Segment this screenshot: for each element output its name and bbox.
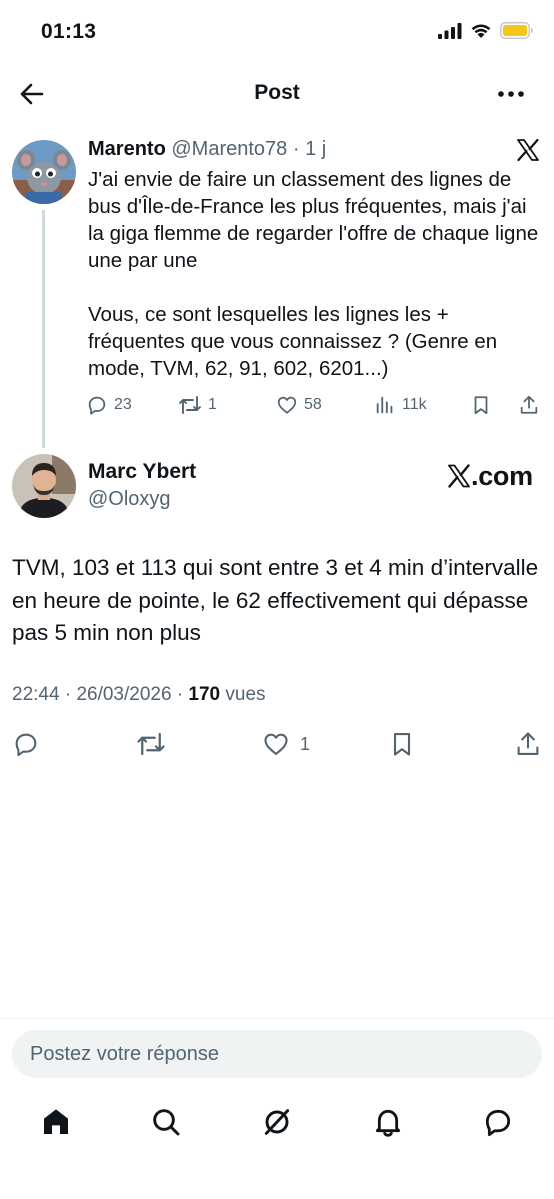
messages-icon xyxy=(485,1109,511,1137)
bottom-nav xyxy=(0,1100,554,1144)
tweet-actions: 23 1 58 11k xyxy=(86,394,542,422)
x-logo-icon xyxy=(516,138,540,162)
post-age: 1 j xyxy=(305,138,327,160)
bookmark-button[interactable] xyxy=(470,394,492,416)
like-button[interactable]: 58 xyxy=(276,394,322,416)
tweet-actions: 1 xyxy=(12,730,542,760)
nav-messages[interactable] xyxy=(480,1104,516,1140)
views-count: 11k xyxy=(402,396,427,413)
share-icon xyxy=(520,395,538,414)
share-button[interactable] xyxy=(518,394,540,416)
views-count: 170 xyxy=(188,684,221,705)
author-name[interactable]: Marento xyxy=(88,138,166,160)
heart-icon xyxy=(264,733,288,755)
reply-icon xyxy=(15,733,37,757)
grok-icon xyxy=(264,1109,290,1135)
page-title: Post xyxy=(254,81,300,104)
author-handle[interactable]: @Marento78 xyxy=(171,138,287,160)
author-handle[interactable]: @Oloxyg xyxy=(88,488,171,511)
battery-icon xyxy=(500,22,533,39)
more-options-button[interactable] xyxy=(496,84,526,104)
bookmark-button[interactable] xyxy=(388,730,416,758)
tweet-meta: 22:44 · 26/03/2026 · 170 vues xyxy=(12,684,266,706)
retweet-icon xyxy=(179,396,201,414)
tweet-date: 26/03/2026 xyxy=(76,684,172,705)
reply-button[interactable] xyxy=(12,730,40,758)
views-button[interactable]: 11k xyxy=(374,394,427,416)
reply-count: 23 xyxy=(114,396,132,413)
like-count: 58 xyxy=(304,396,322,413)
x-com-badge: .com xyxy=(448,460,533,492)
share-button[interactable] xyxy=(514,730,542,758)
separator-dot: · xyxy=(176,684,184,705)
nav-notifications[interactable] xyxy=(370,1104,406,1140)
reply-button[interactable]: 23 xyxy=(86,394,132,416)
like-count: 1 xyxy=(300,733,311,754)
tweet-text: TVM, 103 et 113 qui sont entre 3 et 4 mi… xyxy=(12,555,539,645)
status-bar: 01:13 xyxy=(0,0,554,64)
retweet-button[interactable] xyxy=(136,730,166,758)
signal-bars-icon xyxy=(438,22,462,39)
reply-icon xyxy=(88,396,106,415)
retweet-icon xyxy=(137,732,165,756)
avatar[interactable] xyxy=(12,140,76,204)
views-label: vues xyxy=(225,684,266,705)
x-logo-icon xyxy=(448,464,470,488)
post-header: Post xyxy=(0,70,554,118)
tweet-text: J'ai envie de faire un classement des li… xyxy=(88,168,539,380)
rat-avatar-image xyxy=(12,140,76,204)
more-horizontal-icon xyxy=(498,91,524,97)
status-time: 01:13 xyxy=(41,20,97,43)
author-name[interactable]: Marc Ybert xyxy=(88,460,196,484)
separator-dot: · xyxy=(64,684,72,705)
x-com-text: .com xyxy=(471,460,533,491)
separator-dot: · xyxy=(292,138,300,160)
retweet-button[interactable]: 1 xyxy=(178,394,217,416)
tweet-time: 22:44 xyxy=(12,684,60,705)
share-icon xyxy=(517,732,539,755)
retweet-count: 1 xyxy=(208,396,217,413)
views-chart-icon xyxy=(376,396,393,414)
notifications-icon xyxy=(375,1109,401,1137)
nav-grok[interactable] xyxy=(259,1104,295,1140)
tweet-author-line: Marento @Marento78 · 1 j xyxy=(88,138,326,161)
avatar[interactable] xyxy=(12,454,76,518)
nav-home[interactable] xyxy=(38,1104,74,1140)
like-button[interactable]: 1 xyxy=(262,730,310,758)
heart-icon xyxy=(277,396,297,414)
bookmark-icon xyxy=(393,733,411,756)
nav-search[interactable] xyxy=(148,1104,184,1140)
divider xyxy=(0,1018,554,1019)
status-icons xyxy=(438,22,534,39)
thread-line xyxy=(42,210,45,448)
search-icon xyxy=(153,1109,180,1136)
person-avatar-image xyxy=(12,454,76,518)
home-icon xyxy=(44,1109,68,1134)
wifi-icon xyxy=(471,23,491,38)
reply-input[interactable] xyxy=(12,1030,542,1078)
bookmark-icon xyxy=(474,396,488,415)
